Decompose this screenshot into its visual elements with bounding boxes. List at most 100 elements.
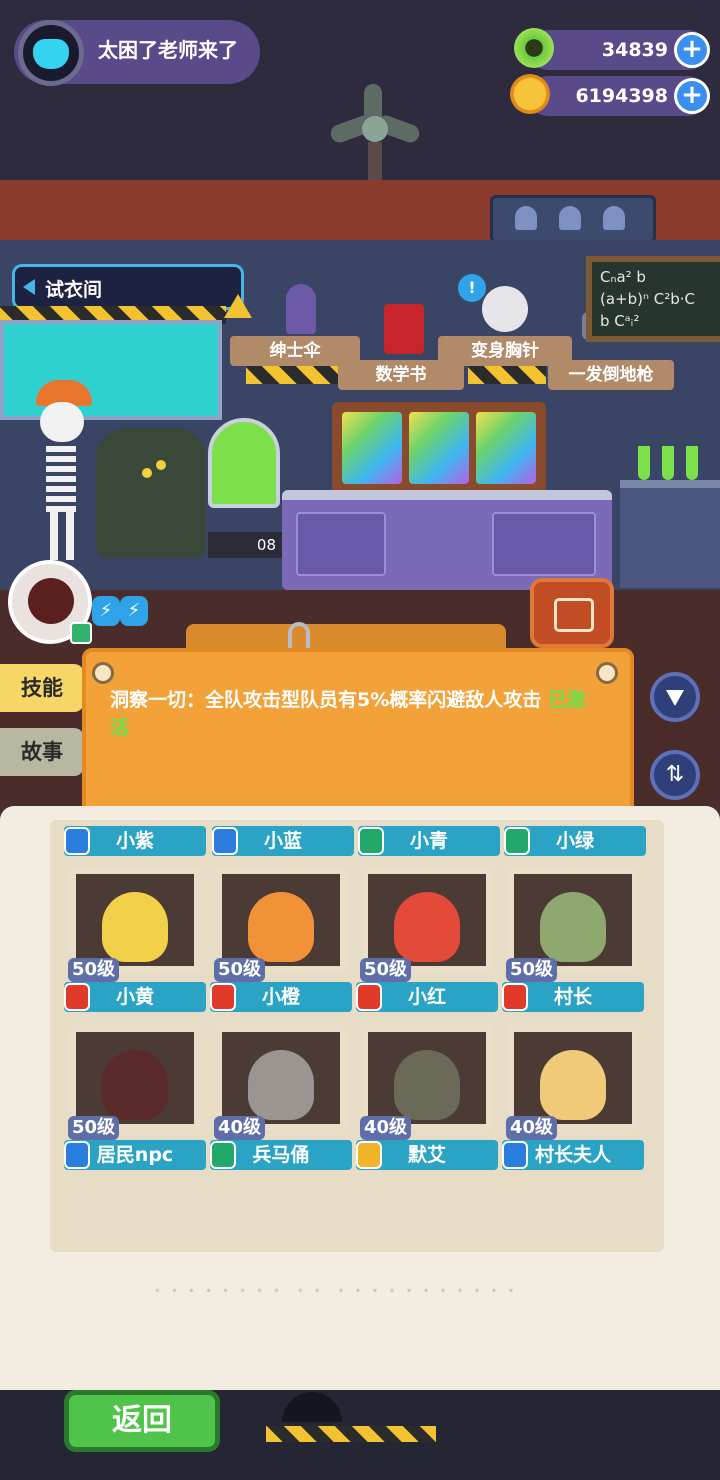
card-collection-button[interactable] <box>530 578 614 648</box>
type-badge-icon <box>504 827 530 855</box>
sort-button[interactable]: ⇅ <box>650 750 700 800</box>
fitting-room-button[interactable]: 试衣间 <box>12 264 244 310</box>
character-level: 40级 <box>214 1116 266 1140</box>
character-face-icon <box>248 892 314 962</box>
character-name-bar: 村长夫人 <box>502 1140 644 1170</box>
back-button[interactable]: 返回 <box>64 1390 220 1452</box>
cards-icon <box>554 598 594 632</box>
pin-icon <box>596 662 618 684</box>
showcase-slot[interactable] <box>476 412 536 484</box>
character-slot[interactable]: 小紫 <box>64 826 206 856</box>
character-level: 50级 <box>214 958 266 982</box>
ghost-vent <box>490 195 656 243</box>
type-badge-icon <box>210 1141 236 1169</box>
character-portrait <box>362 1026 492 1130</box>
tab-story[interactable]: 故事 <box>0 728 84 776</box>
planet-coin-icon <box>510 74 550 114</box>
player-name: 太困了老师来了 <box>98 38 238 62</box>
character-card[interactable]: 50级 小黄 <box>64 868 206 1018</box>
potion-shelf <box>620 446 720 588</box>
character-name: 小红 <box>407 986 446 1008</box>
character-slot[interactable]: 小蓝 <box>212 826 354 856</box>
character-card[interactable]: 50级 村长 <box>502 868 644 1018</box>
character-portrait <box>508 868 638 972</box>
character-face-icon <box>394 1050 460 1120</box>
chat-icon <box>70 622 92 644</box>
player-avatar[interactable] <box>18 20 84 86</box>
tab-skill[interactable]: 技能 <box>0 664 84 712</box>
character-name: 小绿 <box>555 830 594 852</box>
pin-icon <box>92 662 114 684</box>
warning-icon <box>224 294 252 318</box>
character-name-bar: 小橙 <box>210 982 352 1012</box>
character-card[interactable]: 40级 村长夫人 <box>502 1026 644 1176</box>
math-book-icon <box>384 304 424 354</box>
character-portrait <box>508 1026 638 1130</box>
character-showcase[interactable] <box>332 402 546 494</box>
hazard-stripe <box>246 366 338 384</box>
item-label-gun[interactable]: 一发倒地枪 <box>548 360 674 390</box>
character-face-icon <box>540 892 606 962</box>
character-face-icon <box>102 892 168 962</box>
blackboard-line: b Cᵃᵢ² <box>600 312 640 330</box>
character-name-bar: 村长 <box>502 982 644 1012</box>
umbrella-icon <box>286 284 316 334</box>
character-name-bar: 小红 <box>356 982 498 1012</box>
ghost-icon <box>515 206 537 230</box>
character-name-bar: 默艾 <box>356 1140 498 1170</box>
character-portrait <box>362 868 492 972</box>
bolt-icon: ⚡ <box>92 596 120 626</box>
character-name: 小蓝 <box>263 830 302 852</box>
character-portrait <box>70 868 200 972</box>
character-name: 小紫 <box>115 830 154 852</box>
faded-hint-text: ・・・・・・・・ ・・ ・・・・・・・・・・・ <box>150 1282 521 1300</box>
ceiling-fan-icon <box>328 80 422 180</box>
character-card[interactable]: 40级默艾 <box>356 1026 498 1176</box>
character-portrait <box>216 1026 346 1130</box>
item-label-math-book[interactable]: 数学书 <box>338 360 464 390</box>
skeleton-character[interactable] <box>16 380 96 560</box>
hazard-stripe <box>266 1426 436 1442</box>
type-badge-icon <box>502 1141 528 1169</box>
ghost-icon <box>559 206 581 230</box>
arrow-left-icon <box>23 279 35 295</box>
add-coins-button[interactable]: + <box>674 78 710 114</box>
character-level: 50级 <box>68 958 120 982</box>
gems-value: 34839 <box>601 39 668 61</box>
type-badge-icon <box>358 827 384 855</box>
blackboard: Cₙa² b (a+b)ⁿ C²b·C b Cᵃᵢ² <box>586 256 720 342</box>
character-level: 40级 <box>360 1116 412 1140</box>
type-badge-icon <box>210 983 236 1011</box>
robot-character[interactable] <box>96 428 206 558</box>
blackboard-line: (a+b)ⁿ C²b·C <box>600 290 695 308</box>
character-name: 村长夫人 <box>534 1144 611 1166</box>
character-card[interactable]: 40级兵马俑 <box>210 1026 352 1176</box>
character-card[interactable]: 50级 小红 <box>356 868 498 1018</box>
character-slot[interactable]: 小绿 <box>504 826 646 856</box>
showcase-slot[interactable] <box>409 412 469 484</box>
green-tank <box>208 418 280 508</box>
character-name-bar: 小黄 <box>64 982 206 1012</box>
alert-icon[interactable]: ! <box>458 274 486 302</box>
character-name-bar: 兵马俑 <box>210 1140 352 1170</box>
character-name: 村长 <box>553 986 592 1008</box>
character-name: 默艾 <box>407 1144 446 1166</box>
helper-avatar[interactable] <box>8 560 92 644</box>
add-gems-button[interactable]: + <box>674 32 710 68</box>
skill-text: 洞察一切：全队攻击型队员有5%概率闪避敌人攻击 <box>110 689 542 711</box>
skull-brooch-icon <box>482 286 528 332</box>
character-card[interactable]: 50级 居民npc <box>64 1026 206 1176</box>
character-face-icon <box>540 1050 606 1120</box>
coins-value: 6194398 <box>575 85 668 107</box>
showcase-slot[interactable] <box>342 412 402 484</box>
character-card[interactable]: 50级 小橙 <box>210 868 352 1018</box>
character-portrait <box>216 868 346 972</box>
character-name: 兵马俑 <box>252 1144 310 1166</box>
character-face-icon <box>394 892 460 962</box>
filter-button[interactable] <box>650 672 700 722</box>
character-face-icon <box>248 1050 314 1120</box>
character-slot[interactable]: 小青 <box>358 826 500 856</box>
ghost-icon <box>603 206 625 230</box>
bolt-icon: ⚡ <box>120 596 148 626</box>
machine-counter: 08 <box>208 532 282 558</box>
